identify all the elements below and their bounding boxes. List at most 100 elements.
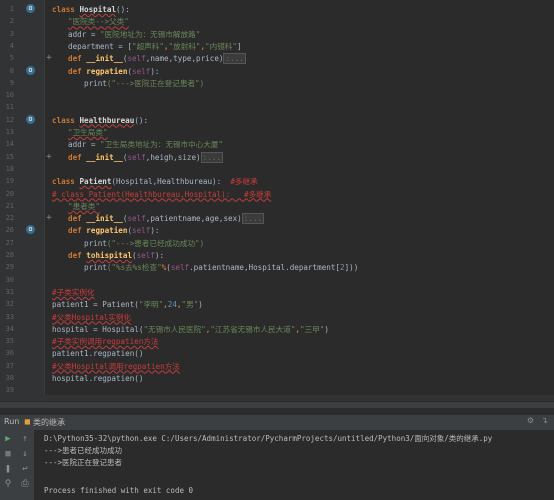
code-line[interactable]: 13 "卫生局类" (0, 126, 554, 139)
code-line[interactable]: 37 #父类Hospital调用regpatien方法 (0, 360, 554, 373)
override-icon[interactable]: o (26, 225, 35, 235)
fold-expand-icon[interactable]: + (44, 53, 54, 63)
code-line[interactable]: 29 print("%s去%s检查"%(self.patientname,Hosp… (0, 261, 554, 274)
code-token: __init__ (86, 214, 123, 224)
code-line[interactable]: 36 patient1.regpatien() (0, 347, 554, 360)
line-number: 15 (5, 152, 14, 161)
settings-icon[interactable]: ⚙ (527, 416, 534, 425)
code-text: addr = "卫生局类地址为：无锡市中心大厦" (68, 138, 223, 151)
code-line[interactable]: 35 #子类实例调用regpatien方法 (0, 335, 554, 348)
code-token: ] (236, 41, 242, 51)
code-line[interactable]: 4 department = ["超声科","放射科","内镜科"] (0, 40, 554, 53)
console-output[interactable]: D:\Python35-32\python.exe C:/Users/Admin… (34, 430, 554, 500)
code-token: regpatien (86, 226, 128, 236)
code-token: "卫生局类" (68, 128, 108, 137)
code-token: self (132, 226, 151, 236)
code-line[interactable]: 22 + def __init__(self,patientname,age,sex… (0, 212, 554, 225)
code-line[interactable]: 28 def tohispital(self): (0, 249, 554, 262)
code-line[interactable]: 14 addr = "卫生局类地址为：无锡市中心大厦" (0, 138, 554, 151)
code-line[interactable]: 19 class Patient(Hospital,Healthbureau): … (0, 175, 554, 188)
code-line[interactable]: 20 # class Patient(Healthbureau,Hospital)… (0, 188, 554, 201)
pause-icon[interactable]: ❚ (3, 464, 13, 474)
code-line[interactable]: 2 "医院类-->父类" (0, 15, 554, 28)
code-line[interactable]: 38 hospital.regpatien() (0, 372, 554, 385)
line-number: 28 (5, 251, 14, 259)
code-line[interactable]: 3 addr = "医院地址为：无锡市解放路" (0, 28, 554, 41)
code-token: class (52, 115, 80, 125)
line-number: 10 (5, 91, 14, 100)
wrap-icon[interactable]: ↩ (20, 464, 30, 474)
line-number: 21 (5, 201, 14, 210)
run-label: Run (4, 417, 20, 426)
code-token: addr = (68, 140, 101, 150)
code-text: #父类Hospital调用regpatien方法 (52, 360, 180, 373)
down-arrow-icon[interactable]: ↓ (20, 449, 30, 459)
code-line[interactable]: 8 o def regpatien(self): (0, 65, 554, 78)
pin-icon[interactable]: ⚲ (3, 479, 13, 489)
line-number: 4 (9, 41, 14, 50)
code-editor[interactable]: 1 o class Hospital(): 2 "医院类-->父类" 3 addr = "医… (0, 0, 554, 401)
code-token: "李明" (138, 300, 164, 310)
code-token: class (52, 5, 80, 14)
hide-panel-icon[interactable]: ↴ (541, 416, 548, 425)
console-output-line: --->患者已经成功成功 (44, 446, 123, 455)
fold-expand-icon[interactable]: + (44, 213, 54, 223)
fold-expand-icon[interactable]: + (44, 152, 54, 162)
code-text: # class Patient(Healthbureau,Hospital): … (52, 188, 271, 201)
stop-icon[interactable]: ■ (3, 449, 13, 459)
code-line[interactable]: 33 #父类Hospital实例化 (0, 311, 554, 324)
code-line[interactable]: 34 hospital = Hospital("无锡市人民医院","江苏省无锡市人… (0, 323, 554, 336)
code-token: ,name,type,price) (145, 54, 224, 64)
code-token: patient1 = Patient( (52, 300, 139, 310)
code-line[interactable]: 32 patient1 = Patient("李明",24,"男") (0, 298, 554, 311)
line-number: 19 (5, 177, 14, 186)
folded-code[interactable]: :... (200, 151, 223, 163)
code-token: ,patientname,age,sex) (145, 214, 242, 224)
line-number: 2 (9, 17, 14, 26)
code-token: ("--->患者已经成功成功") (106, 238, 205, 248)
code-line[interactable]: 39 (0, 384, 554, 397)
code-token: "无锡市人民医院" (143, 324, 206, 334)
code-text: #子类实例化 (52, 286, 95, 299)
panel-divider[interactable] (0, 401, 554, 408)
run-panel-header: Run ◼ 类的继承 ⚙ ↴ (0, 415, 554, 431)
code-text: class Patient(Hospital,Healthbureau): #多… (52, 175, 258, 188)
code-line[interactable]: 27 print("--->患者已经成功成功") (0, 237, 554, 250)
rerun-icon[interactable]: ▶ (3, 434, 13, 444)
code-line[interactable]: 11 (0, 101, 554, 114)
code-text: #父类Hospital实例化 (52, 311, 131, 324)
code-line[interactable]: 5 + def __init__(self,name,type,price):... (0, 52, 554, 65)
code-token: "医院类-->父类" (68, 17, 129, 27)
override-icon[interactable]: o (26, 4, 35, 13)
code-token: __init__ (86, 54, 123, 64)
folded-code[interactable]: :... (241, 213, 265, 225)
code-line[interactable]: 1 o class Hospital(): (0, 3, 554, 16)
code-line[interactable]: 15 + def __init__(self,heigh,size):... (0, 151, 554, 164)
code-token: #多继承 (221, 177, 258, 187)
code-text: def __init__(self,patientname,age,sex):.… (68, 212, 265, 225)
print-icon[interactable]: ⎙ (20, 479, 30, 489)
code-token: regpatien (86, 66, 128, 76)
up-arrow-icon[interactable]: ↑ (20, 434, 30, 444)
code-line[interactable]: 18 (0, 163, 554, 176)
code-line[interactable]: 9 print("--->医院正在登记患者") (0, 77, 554, 90)
code-line[interactable]: 26 o def regpatien(self): (0, 224, 554, 237)
code-line[interactable]: 30 (0, 274, 554, 287)
override-icon[interactable]: o (26, 65, 35, 75)
code-token: ,heigh,size) (145, 152, 201, 162)
code-line[interactable]: 12 o class Healthbureau(): (0, 114, 554, 127)
run-tab[interactable]: 类的继承 (33, 417, 65, 428)
console-output-line: --->医院正在登记患者 (44, 458, 123, 467)
code-token: (Hospital,Healthbureau): (111, 177, 222, 187)
code-line[interactable]: 10 (0, 89, 554, 102)
code-token: patient1.regpatien() (52, 349, 144, 359)
code-line[interactable]: 31 #子类实例化 (0, 286, 554, 299)
code-line[interactable]: 21 "患者类" (0, 200, 554, 213)
python-file-icon: ◼ (24, 417, 31, 426)
line-number: 13 (5, 128, 14, 136)
code-token: hospital.regpatien() (52, 374, 144, 383)
console-exit-message: Process finished with exit code 0 (44, 486, 194, 495)
override-icon[interactable]: o (26, 114, 35, 124)
code-token: addr = (68, 29, 101, 39)
folded-code[interactable]: :... (223, 53, 246, 65)
